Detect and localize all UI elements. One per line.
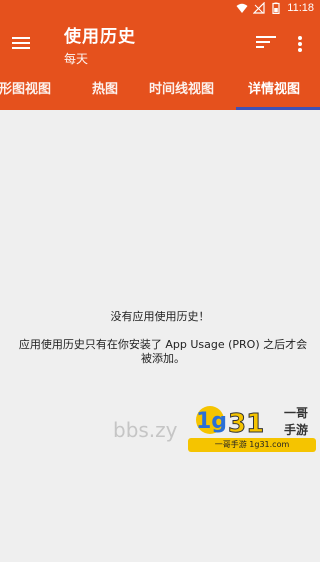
status-time: 11:18 xyxy=(287,2,314,14)
svg-text:手游: 手游 xyxy=(284,422,308,437)
app-bar: 使用历史 每天 xyxy=(0,16,320,72)
watermark-sub-text: 一哥手游 1g31.com xyxy=(188,438,316,452)
status-icons: 11:18 xyxy=(236,1,314,15)
watermark-logo: 1g 31 一哥 手游 一哥手游 1g31.com xyxy=(188,402,318,454)
battery-icon xyxy=(272,2,280,14)
svg-text:一哥: 一哥 xyxy=(284,406,308,420)
signal-icon xyxy=(253,2,265,14)
tab-bar-chart-view[interactable]: 条形图视图 xyxy=(0,72,51,110)
empty-state-title: 没有应用使用历史！ xyxy=(110,310,210,323)
watermark-logo-icon: 1g 31 一哥 手游 xyxy=(196,406,308,440)
svg-text:31: 31 xyxy=(228,409,264,438)
status-bar: 11:18 xyxy=(0,0,320,16)
sort-icon[interactable] xyxy=(256,36,276,52)
tab-detail-view[interactable]: 详情视图 xyxy=(236,72,320,110)
menu-icon[interactable] xyxy=(12,34,34,54)
main-content: 没有应用使用历史！ 应用使用历史只有在你安装了 App Usage (PRO) … xyxy=(0,110,320,562)
wifi-icon xyxy=(236,3,248,13)
svg-text:1g: 1g xyxy=(196,409,227,434)
watermark-site-text: bbs.zy xyxy=(113,418,178,442)
tab-timeline-view[interactable]: 时间线视图 xyxy=(149,72,214,110)
tab-bar: 条形图视图 热图 时间线视图 详情视图 xyxy=(0,72,320,110)
page-subtitle: 每天 xyxy=(64,52,89,66)
app-bar-titles: 使用历史 每天 xyxy=(64,22,136,67)
empty-state-description: 应用使用历史只有在你安装了 App Usage (PRO) 之后才会被添加。 xyxy=(18,338,308,365)
tab-heatmap[interactable]: 热图 xyxy=(92,72,118,110)
more-vert-icon[interactable] xyxy=(298,36,304,54)
page-title: 使用历史 xyxy=(64,27,136,47)
